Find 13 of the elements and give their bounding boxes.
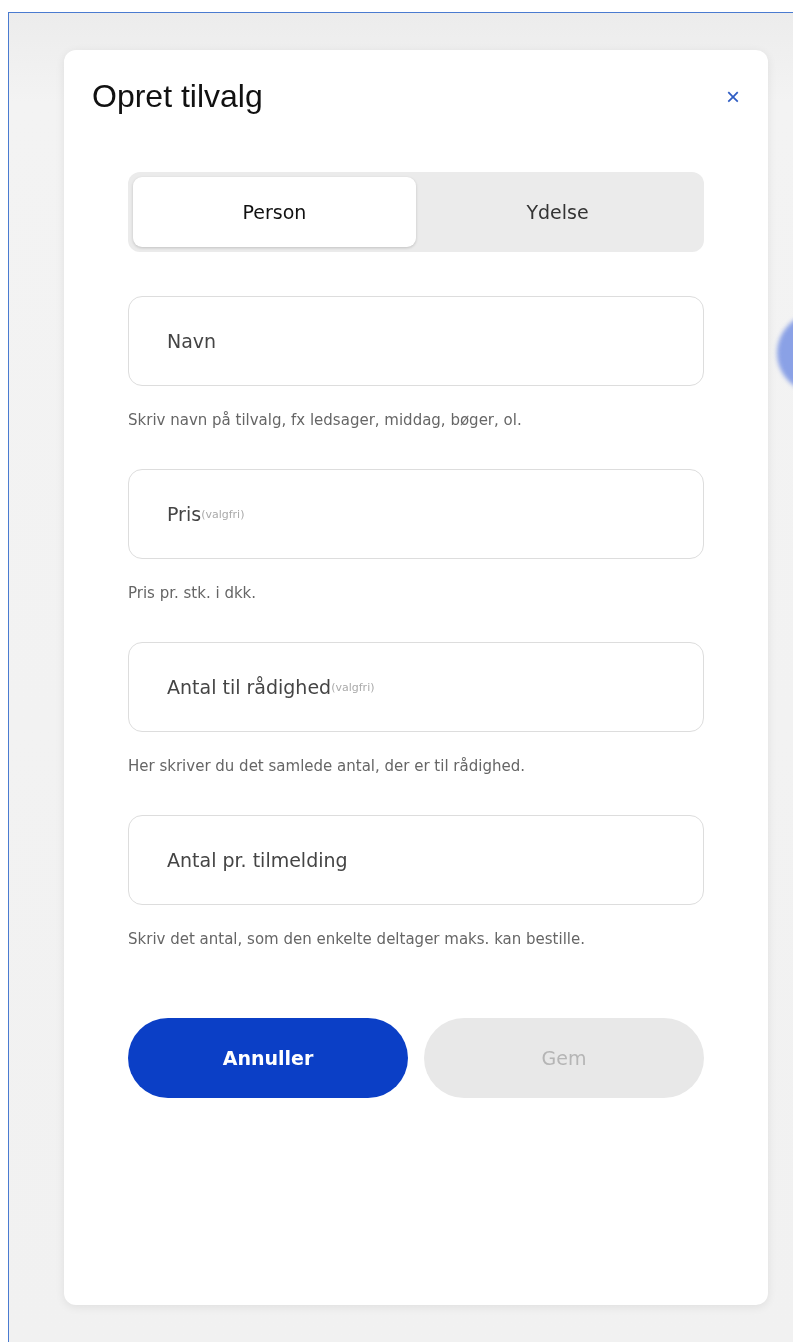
close-button[interactable]: × [722, 82, 744, 111]
help-text: Skriv navn på tilvalg, fx ledsager, middag, bøger, ol. [128, 410, 523, 431]
cancel-button[interactable]: Annuller [128, 1018, 408, 1098]
help-text: Skriv det antal, som den enkelte deltager maks. kan bestille. [128, 929, 586, 950]
dialog-title: Opret tilvalg [92, 78, 263, 115]
help-text: Pris pr. stk. i dkk. [128, 583, 258, 604]
input-field[interactable]: Antal til rådighed(valgfri) [128, 642, 704, 732]
tab[interactable]: Ydelse [416, 177, 699, 247]
input-field[interactable]: Antal pr. tilmelding [128, 815, 704, 905]
input-field[interactable]: Pris(valgfri) [128, 469, 704, 559]
input-field[interactable]: Navn [128, 296, 704, 386]
help-text: Her skriver du det samlede antal, der er til rådighed. [128, 756, 526, 777]
tab[interactable]: Person [133, 177, 416, 247]
